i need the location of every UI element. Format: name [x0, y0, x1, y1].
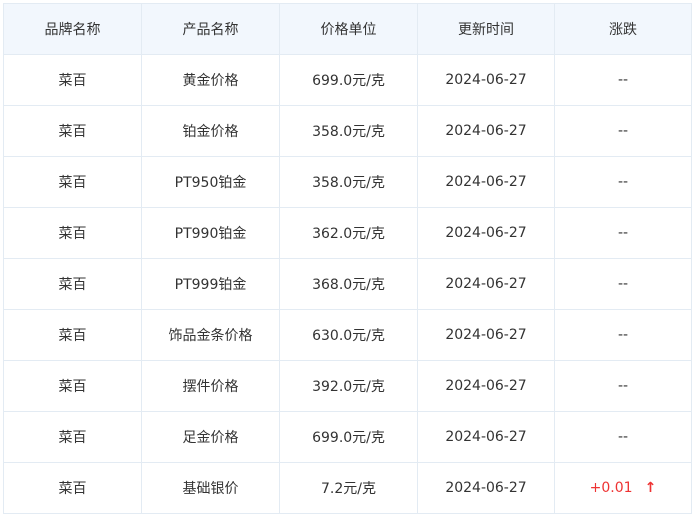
brand-cell: 菜百	[3, 54, 142, 106]
brand-cell: 菜百	[3, 360, 142, 412]
price-cell: 699.0元/克	[279, 54, 418, 106]
change-value: +0.01	[589, 480, 633, 496]
header-change: 涨跌	[554, 3, 692, 55]
table-row: 菜百 黄金价格 699.0元/克 2024-06-27 --	[3, 54, 692, 106]
product-cell: 铂金价格	[141, 105, 280, 157]
brand-cell: 菜百	[3, 207, 142, 259]
change-value: --	[617, 429, 629, 445]
table-row: 菜百 铂金价格 358.0元/克 2024-06-27 --	[3, 105, 692, 157]
header-product: 产品名称	[141, 3, 280, 55]
header-date: 更新时间	[417, 3, 555, 55]
product-cell: PT990铂金	[141, 207, 280, 259]
change-value: --	[617, 378, 629, 394]
table-row: 菜百 PT950铂金 358.0元/克 2024-06-27 --	[3, 156, 692, 208]
brand-cell: 菜百	[3, 309, 142, 361]
product-cell: 黄金价格	[141, 54, 280, 106]
price-cell: 358.0元/克	[279, 105, 418, 157]
change-value: --	[617, 123, 629, 139]
change-value: --	[617, 327, 629, 343]
change-cell: --	[554, 411, 692, 463]
date-cell: 2024-06-27	[417, 309, 555, 361]
table-body: 菜百 黄金价格 699.0元/克 2024-06-27 -- 菜百 铂金价格 358.0元/克…	[3, 54, 692, 514]
date-cell: 2024-06-27	[417, 411, 555, 463]
date-cell: 2024-06-27	[417, 207, 555, 259]
change-cell: --	[554, 258, 692, 310]
table-row: 菜百 饰品金条价格 630.0元/克 2024-06-27 --	[3, 309, 692, 361]
change-value: --	[617, 174, 629, 190]
change-cell: --	[554, 309, 692, 361]
table-row: 菜百 PT999铂金 368.0元/克 2024-06-27 --	[3, 258, 692, 310]
table-row: 菜百 摆件价格 392.0元/克 2024-06-27 --	[3, 360, 692, 412]
date-cell: 2024-06-27	[417, 105, 555, 157]
price-cell: 699.0元/克	[279, 411, 418, 463]
product-cell: 饰品金条价格	[141, 309, 280, 361]
change-cell: --	[554, 54, 692, 106]
price-cell: 630.0元/克	[279, 309, 418, 361]
change-cell: --	[554, 360, 692, 412]
brand-cell: 菜百	[3, 105, 142, 157]
price-cell: 362.0元/克	[279, 207, 418, 259]
product-cell: PT950铂金	[141, 156, 280, 208]
change-cell: +0.01 ↑	[554, 462, 692, 514]
change-cell: --	[554, 156, 692, 208]
table-header: 品牌名称 产品名称 价格单位 更新时间 涨跌	[3, 3, 692, 55]
price-cell: 7.2元/克	[279, 462, 418, 514]
date-cell: 2024-06-27	[417, 258, 555, 310]
table-row: 菜百 PT990铂金 362.0元/克 2024-06-27 --	[3, 207, 692, 259]
header-row: 品牌名称 产品名称 价格单位 更新时间 涨跌	[3, 3, 692, 55]
header-brand: 品牌名称	[3, 3, 142, 55]
product-cell: 基础银价	[141, 462, 280, 514]
change-value: --	[617, 276, 629, 292]
brand-cell: 菜百	[3, 462, 142, 514]
date-cell: 2024-06-27	[417, 462, 555, 514]
date-cell: 2024-06-27	[417, 360, 555, 412]
date-cell: 2024-06-27	[417, 156, 555, 208]
product-cell: 足金价格	[141, 411, 280, 463]
price-cell: 368.0元/克	[279, 258, 418, 310]
change-value: --	[617, 225, 629, 241]
price-table: 品牌名称 产品名称 价格单位 更新时间 涨跌 菜百 黄金价格 699.0元/克 202…	[3, 3, 692, 514]
brand-cell: 菜百	[3, 156, 142, 208]
table-row: 菜百 基础银价 7.2元/克 2024-06-27 +0.01 ↑	[3, 462, 692, 514]
change-cell: --	[554, 207, 692, 259]
price-cell: 392.0元/克	[279, 360, 418, 412]
change-cell: --	[554, 105, 692, 157]
price-cell: 358.0元/克	[279, 156, 418, 208]
date-cell: 2024-06-27	[417, 54, 555, 106]
product-cell: 摆件价格	[141, 360, 280, 412]
arrow-up-icon: ↑	[644, 480, 657, 496]
table-row: 菜百 足金价格 699.0元/克 2024-06-27 --	[3, 411, 692, 463]
header-price: 价格单位	[279, 3, 418, 55]
product-cell: PT999铂金	[141, 258, 280, 310]
brand-cell: 菜百	[3, 411, 142, 463]
change-value: --	[617, 72, 629, 88]
brand-cell: 菜百	[3, 258, 142, 310]
